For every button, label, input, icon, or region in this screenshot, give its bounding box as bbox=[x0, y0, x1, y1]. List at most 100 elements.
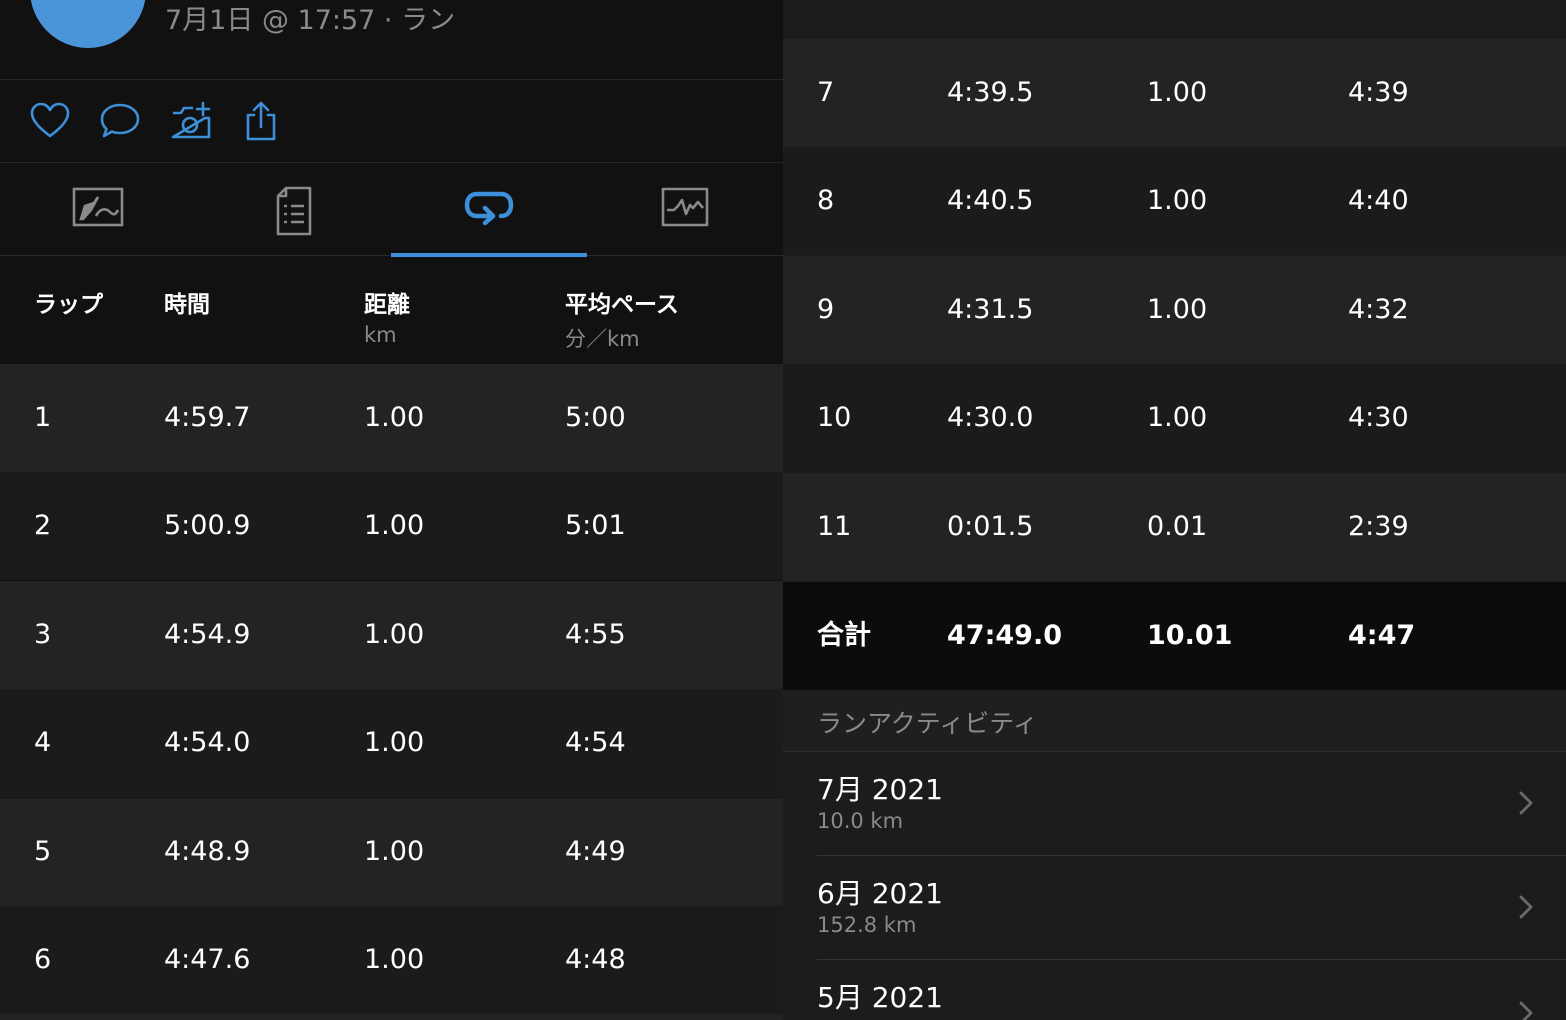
lap-distance: 1.00 bbox=[364, 836, 425, 867]
table-row[interactable]: 10 4:30.0 1.00 4:30 bbox=[783, 364, 1566, 472]
lap-pace: 5:00 bbox=[565, 402, 626, 433]
lap-pace: 4:32 bbox=[1348, 294, 1409, 325]
lap-number: 1 bbox=[34, 402, 52, 433]
lap-number: 7 bbox=[817, 77, 835, 108]
lap-pace: 4:54 bbox=[565, 727, 626, 758]
month-distance: 152.8 km bbox=[817, 913, 917, 937]
chevron-right-icon bbox=[1519, 1001, 1533, 1020]
laps-table-header: ラップ 時間 距離 km 平均ペース 分／km bbox=[0, 257, 783, 364]
month-distance: 10.0 km bbox=[817, 809, 904, 833]
total-label: 合計 bbox=[817, 620, 871, 651]
lap-number: 8 bbox=[817, 185, 835, 216]
lap-number: 3 bbox=[34, 619, 52, 650]
table-row[interactable]: 4 4:54.0 1.00 4:54 bbox=[0, 689, 783, 797]
action-bar bbox=[0, 81, 783, 163]
totals-row: 合計 47:49.0 10.01 4:47 bbox=[783, 582, 1566, 690]
lap-time: 4:40.5 bbox=[947, 185, 1034, 216]
lap-distance: 1.00 bbox=[1147, 185, 1208, 216]
table-row[interactable]: 5 4:48.9 1.00 4:49 bbox=[0, 798, 783, 906]
column-lap: ラップ bbox=[34, 292, 103, 318]
table-row[interactable]: 7 4:39.5 1.00 4:39 bbox=[783, 39, 1566, 147]
lap-time: 0:01.5 bbox=[947, 511, 1034, 542]
activity-tabs bbox=[0, 164, 783, 257]
activity-date-type: 7月1日 @ 17:57 · ラン bbox=[165, 5, 456, 36]
lap-number: 6 bbox=[34, 944, 52, 975]
lap-pace: 4:55 bbox=[565, 619, 626, 650]
column-avg-pace: 平均ペース 分／km bbox=[565, 292, 679, 351]
lap-number: 9 bbox=[817, 294, 835, 325]
chart-icon bbox=[661, 187, 709, 227]
table-row[interactable]: 3 4:54.9 1.00 4:55 bbox=[0, 581, 783, 689]
lap-time: 4:30.0 bbox=[947, 402, 1034, 433]
total-distance: 10.01 bbox=[1147, 620, 1233, 651]
lap-distance: 1.00 bbox=[1147, 77, 1208, 108]
tab-map[interactable] bbox=[0, 164, 196, 256]
lap-distance: 1.00 bbox=[1147, 294, 1208, 325]
lap-pace: 4:48 bbox=[565, 944, 626, 975]
lap-time: 4:31.5 bbox=[947, 294, 1034, 325]
share-icon bbox=[246, 101, 276, 141]
lap-number: 10 bbox=[817, 402, 852, 433]
table-row[interactable]: 8 4:40.5 1.00 4:40 bbox=[783, 147, 1566, 255]
lap-distance: 1.00 bbox=[1147, 402, 1208, 433]
comment-button[interactable] bbox=[98, 99, 142, 143]
run-activity-section-header: ランアクティビティ bbox=[783, 690, 1566, 752]
total-time: 47:49.0 bbox=[947, 620, 1062, 651]
share-button[interactable] bbox=[239, 99, 283, 143]
table-row[interactable]: 6 4:47.6 1.00 4:48 bbox=[0, 906, 783, 1014]
avatar[interactable] bbox=[30, 0, 146, 48]
tab-stats[interactable] bbox=[196, 164, 392, 256]
tab-charts[interactable] bbox=[587, 164, 783, 256]
lap-number: 5 bbox=[34, 836, 52, 867]
activity-detail-screen: 7月1日 @ 17:57 · ラン ラップ 時間 距離 km 平均ペース 分／k… bbox=[0, 0, 1566, 1020]
section-title: ランアクティビティ bbox=[817, 709, 1038, 738]
chevron-right-icon bbox=[1519, 791, 1533, 815]
lap-time: 4:47.6 bbox=[164, 944, 251, 975]
table-row[interactable]: 11 0:01.5 0.01 2:39 bbox=[783, 473, 1566, 581]
lap-time: 4:39.5 bbox=[947, 77, 1034, 108]
lap-time: 4:59.7 bbox=[164, 402, 251, 433]
camera-plus-icon bbox=[171, 101, 211, 139]
month-item-june-2021[interactable]: 6月 2021 152.8 km bbox=[783, 856, 1566, 960]
activity-header: 7月1日 @ 17:57 · ラン bbox=[0, 0, 783, 80]
lap-pace: 4:40 bbox=[1348, 185, 1409, 216]
lap-distance: 1.00 bbox=[364, 402, 425, 433]
month-item-may-2021[interactable]: 5月 2021 bbox=[783, 960, 1566, 1020]
lap-number: 4 bbox=[34, 727, 52, 758]
lap-pace: 5:01 bbox=[565, 510, 626, 541]
add-photo-button[interactable] bbox=[169, 99, 213, 143]
table-row[interactable]: 9 4:31.5 1.00 4:32 bbox=[783, 256, 1566, 364]
lap-distance: 1.00 bbox=[364, 727, 425, 758]
laps-icon bbox=[464, 191, 514, 226]
month-label: 7月 2021 bbox=[817, 773, 943, 806]
lap-pace: 4:49 bbox=[565, 836, 626, 867]
total-pace: 4:47 bbox=[1348, 620, 1416, 651]
heart-icon bbox=[30, 102, 70, 138]
lap-number: 2 bbox=[34, 510, 52, 541]
map-icon bbox=[72, 187, 124, 227]
lap-number: 11 bbox=[817, 511, 852, 542]
lap-pace: 2:39 bbox=[1348, 511, 1409, 542]
tab-laps[interactable] bbox=[391, 164, 587, 257]
lap-time: 4:48.9 bbox=[164, 836, 251, 867]
table-row[interactable]: 1 4:59.7 1.00 5:00 bbox=[0, 364, 783, 472]
column-distance: 距離 km bbox=[364, 292, 410, 347]
table-row[interactable]: 2 5:00.9 1.00 5:01 bbox=[0, 472, 783, 580]
chevron-right-icon bbox=[1519, 895, 1533, 919]
lap-distance: 0.01 bbox=[1147, 511, 1208, 542]
lap-time: 4:54.0 bbox=[164, 727, 251, 758]
document-icon bbox=[276, 186, 312, 236]
row-partial-top bbox=[783, 0, 1566, 39]
lap-distance: 1.00 bbox=[364, 619, 425, 650]
table-row-partial bbox=[0, 1014, 783, 1020]
lap-time: 5:00.9 bbox=[164, 510, 251, 541]
left-panel: 7月1日 @ 17:57 · ラン ラップ 時間 距離 km 平均ペース 分／k… bbox=[0, 0, 783, 1020]
right-panel: 7 4:39.5 1.00 4:39 8 4:40.5 1.00 4:40 9 … bbox=[783, 0, 1566, 1020]
month-label: 5月 2021 bbox=[817, 981, 943, 1014]
like-button[interactable] bbox=[28, 99, 72, 143]
lap-time: 4:54.9 bbox=[164, 619, 251, 650]
lap-distance: 1.00 bbox=[364, 510, 425, 541]
month-label: 6月 2021 bbox=[817, 877, 943, 910]
lap-pace: 4:39 bbox=[1348, 77, 1409, 108]
month-item-july-2021[interactable]: 7月 2021 10.0 km bbox=[783, 752, 1566, 856]
